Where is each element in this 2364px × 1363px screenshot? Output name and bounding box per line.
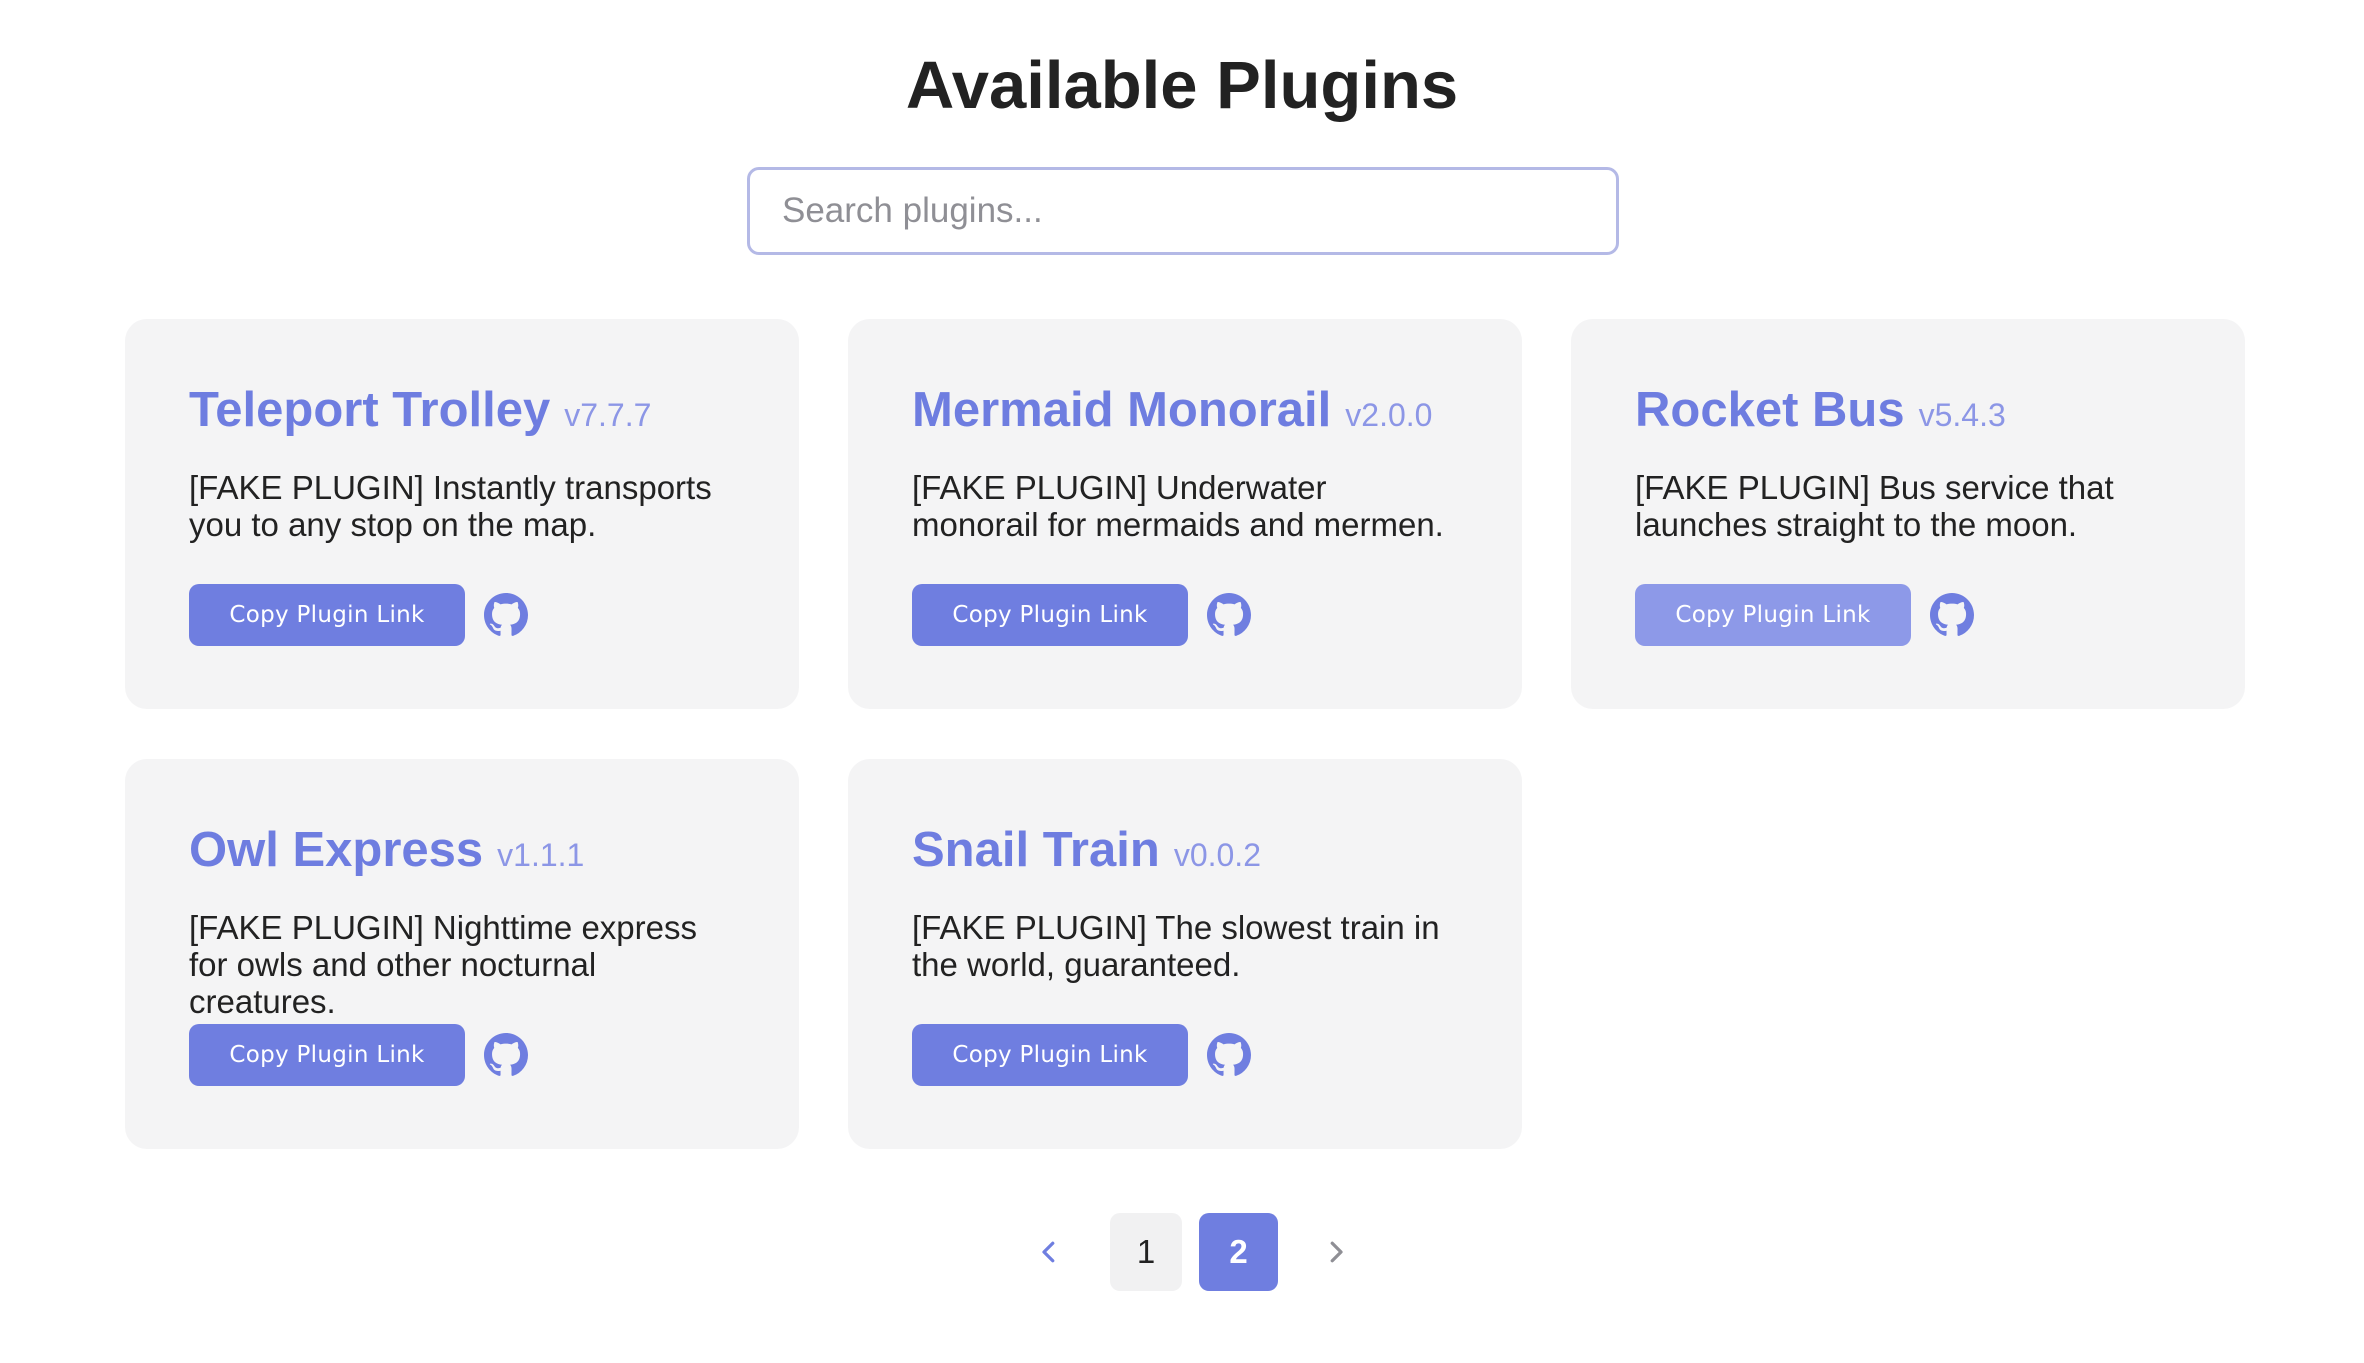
- page-button-2[interactable]: 2: [1199, 1213, 1278, 1291]
- plugin-version: v5.4.3: [1918, 397, 2006, 433]
- plugin-description: [FAKE PLUGIN] Instantly transports you t…: [189, 469, 712, 543]
- plugin-grid: Teleport Trolley v7.7.7 [FAKE PLUGIN] In…: [125, 319, 2245, 1149]
- plugin-card-actions: Copy Plugin Link: [189, 584, 528, 646]
- plugin-card-actions: Copy Plugin Link: [912, 584, 1251, 646]
- copy-plugin-link-button[interactable]: Copy Plugin Link: [912, 584, 1188, 646]
- plugin-card-header: Mermaid Monorail v2.0.0: [912, 379, 1459, 441]
- plugin-version: v1.1.1: [497, 837, 585, 873]
- copy-plugin-link-button[interactable]: Copy Plugin Link: [189, 584, 465, 646]
- page-button-1[interactable]: 1: [1110, 1213, 1182, 1291]
- plugin-card-actions: Copy Plugin Link: [189, 1024, 528, 1086]
- plugin-version: v0.0.2: [1173, 837, 1261, 873]
- plugin-card: Snail Train v0.0.2 [FAKE PLUGIN] The slo…: [848, 759, 1522, 1149]
- page-title: Available Plugins: [905, 48, 1459, 123]
- plugin-description: [FAKE PLUGIN] Nighttime express for owls…: [189, 909, 698, 1020]
- plugins-page: Available Plugins Teleport Trolley v7.7.…: [0, 0, 2364, 1363]
- github-icon[interactable]: [1930, 593, 1974, 637]
- plugin-card-actions: Copy Plugin Link: [912, 1024, 1251, 1086]
- plugin-card-header: Snail Train v0.0.2: [912, 819, 1459, 881]
- copy-plugin-link-button[interactable]: Copy Plugin Link: [1635, 584, 1911, 646]
- plugin-name: Owl Express: [189, 823, 484, 877]
- plugin-description: [FAKE PLUGIN] Underwater monorail for me…: [912, 469, 1444, 543]
- plugin-card: Teleport Trolley v7.7.7 [FAKE PLUGIN] In…: [125, 319, 799, 709]
- search-bar: [747, 167, 1619, 255]
- plugin-card-actions: Copy Plugin Link: [1635, 584, 1974, 646]
- github-icon[interactable]: [1207, 593, 1251, 637]
- search-input[interactable]: [747, 167, 1619, 255]
- plugin-version: v7.7.7: [564, 397, 652, 433]
- plugin-description: [FAKE PLUGIN] Bus service that launches …: [1635, 469, 2114, 543]
- chevron-right-icon[interactable]: [1297, 1213, 1375, 1291]
- github-icon[interactable]: [484, 1033, 528, 1077]
- github-icon[interactable]: [484, 593, 528, 637]
- plugin-name: Teleport Trolley: [189, 383, 551, 437]
- copy-plugin-link-button[interactable]: Copy Plugin Link: [189, 1024, 465, 1086]
- plugin-card-header: Rocket Bus v5.4.3: [1635, 379, 2182, 441]
- pagination: 1 2: [1010, 1213, 1375, 1291]
- plugin-card-header: Teleport Trolley v7.7.7: [189, 379, 736, 441]
- plugin-version: v2.0.0: [1345, 397, 1433, 433]
- plugin-card: Mermaid Monorail v2.0.0 [FAKE PLUGIN] Un…: [848, 319, 1522, 709]
- plugin-card: Rocket Bus v5.4.3 [FAKE PLUGIN] Bus serv…: [1571, 319, 2245, 709]
- plugin-card-header: Owl Express v1.1.1: [189, 819, 736, 881]
- plugin-card: Owl Express v1.1.1 [FAKE PLUGIN] Nightti…: [125, 759, 799, 1149]
- plugin-description: [FAKE PLUGIN] The slowest train in the w…: [912, 909, 1440, 983]
- copy-plugin-link-button[interactable]: Copy Plugin Link: [912, 1024, 1188, 1086]
- plugin-name: Rocket Bus: [1635, 383, 1905, 437]
- plugin-name: Mermaid Monorail: [912, 383, 1332, 437]
- github-icon[interactable]: [1207, 1033, 1251, 1077]
- plugin-name: Snail Train: [912, 823, 1160, 877]
- chevron-left-icon[interactable]: [1010, 1213, 1088, 1291]
